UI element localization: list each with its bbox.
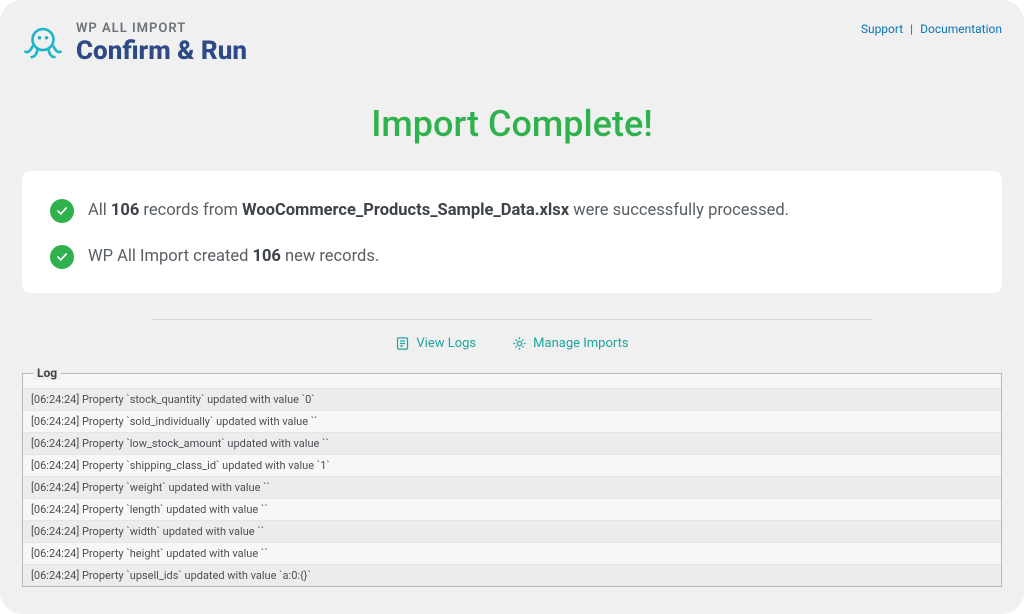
divider xyxy=(152,319,872,320)
app-window: WP ALL IMPORT Confirm & Run Support | Do… xyxy=(0,0,1024,614)
summary-row-processed: All 106 records from WooCommerce_Product… xyxy=(50,199,974,223)
summary-text-processed: All 106 records from WooCommerce_Product… xyxy=(88,201,789,220)
headline-complete: Import Complete! xyxy=(22,103,1002,145)
summary-card: All 106 records from WooCommerce_Product… xyxy=(22,171,1002,293)
log-line: [06:24:24] Property `shipping_class_id` … xyxy=(23,454,1001,476)
log-line: [06:24:24] Property `low_stock_amount` u… xyxy=(23,432,1001,454)
list-icon xyxy=(395,336,410,351)
log-line: [06:24:24] Property `length` updated wit… xyxy=(23,498,1001,520)
check-icon xyxy=(50,199,74,223)
log-title: Log xyxy=(33,366,61,380)
action-row: View Logs Manage Imports xyxy=(22,336,1002,351)
support-link[interactable]: Support xyxy=(861,22,903,36)
log-line: [06:24:24] Property `weight` updated wit… xyxy=(23,476,1001,498)
brand-subtitle: WP ALL IMPORT xyxy=(76,22,247,36)
top-links: Support | Documentation xyxy=(861,22,1002,36)
summary-text-created: WP All Import created 106 new records. xyxy=(88,247,379,266)
log-line: [06:24:24] Property `sold_individually` … xyxy=(23,410,1001,432)
view-logs-link[interactable]: View Logs xyxy=(395,336,476,351)
octopus-logo-icon xyxy=(22,22,64,64)
documentation-link[interactable]: Documentation xyxy=(920,22,1002,36)
log-lines[interactable]: [06:24:24] Property `stock_quantity` upd… xyxy=(23,374,1001,586)
log-line: [06:24:24] Property `upsell_ids` updated… xyxy=(23,564,1001,586)
log-line: [06:24:24] Property `width` updated with… xyxy=(23,520,1001,542)
top-bar: WP ALL IMPORT Confirm & Run Support | Do… xyxy=(22,22,1002,65)
view-logs-label: View Logs xyxy=(416,336,476,351)
brand: WP ALL IMPORT Confirm & Run xyxy=(22,22,247,65)
manage-imports-link[interactable]: Manage Imports xyxy=(512,336,628,351)
check-icon xyxy=(50,245,74,269)
link-separator: | xyxy=(910,22,913,36)
log-line: [06:24:24] Property `height` updated wit… xyxy=(23,542,1001,564)
summary-row-created: WP All Import created 106 new records. xyxy=(50,245,974,269)
log-line: [06:24:24] Property `stock_quantity` upd… xyxy=(23,388,1001,410)
log-panel: Log [06:24:24] Property `stock_quantity`… xyxy=(22,373,1002,587)
gear-icon xyxy=(512,336,527,351)
manage-imports-label: Manage Imports xyxy=(533,336,628,351)
page-title: Confirm & Run xyxy=(76,38,247,65)
